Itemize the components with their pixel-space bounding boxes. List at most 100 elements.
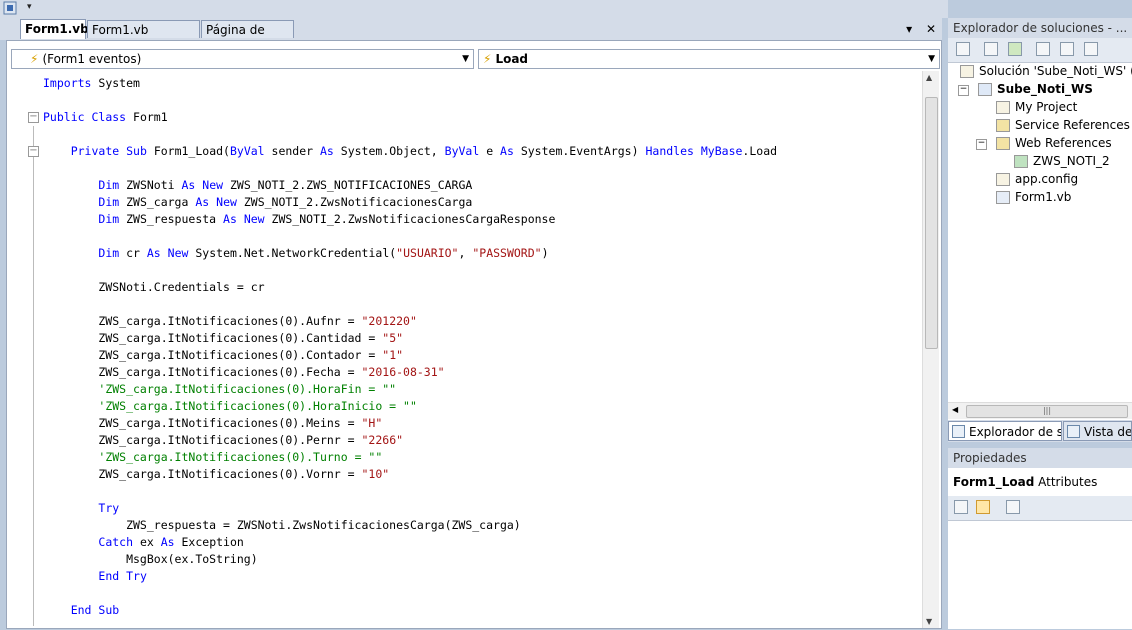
- code-line: End Try: [43, 568, 921, 585]
- code-token: ,: [458, 246, 473, 260]
- properties-toolbar: [948, 496, 1132, 521]
- code-line: End Sub: [43, 602, 921, 619]
- tree-item-label: app.config: [1015, 172, 1079, 186]
- properties-icon[interactable]: [956, 42, 970, 56]
- code-line: Public Class Form1: [43, 109, 921, 126]
- tree-item[interactable]: Sube_Noti_WS: [978, 80, 1093, 98]
- collapse-sub-icon[interactable]: −: [28, 146, 39, 157]
- event-combo[interactable]: ⚡ Load ▼: [478, 49, 940, 69]
- scroll-thumb[interactable]: |||: [966, 405, 1128, 418]
- solution-explorer-title-text: Explorador de soluciones - ...: [953, 21, 1128, 35]
- code-token: ZWS_carga.ItNotificaciones(0).Vornr =: [43, 467, 362, 481]
- tab-dropdown-icon[interactable]: ▾: [906, 22, 912, 36]
- class-diagram-icon[interactable]: [1084, 42, 1098, 56]
- tab-form1-code[interactable]: Form1.vb*: [20, 19, 95, 39]
- code-line: 'ZWS_carga.ItNotificaciones(0).HoraFin =…: [43, 381, 921, 398]
- code-token: 'ZWS_carga.ItNotificaciones(0).Turno = "…: [98, 450, 383, 464]
- scroll-up-icon[interactable]: ▲: [926, 73, 932, 82]
- solution-explorer-title: Explorador de soluciones - ...: [948, 18, 1132, 38]
- tree-item[interactable]: ZWS_NOTI_2: [1014, 152, 1110, 170]
- code-token: "2266": [361, 433, 404, 447]
- show-all-files-icon[interactable]: [984, 42, 998, 56]
- object-combo[interactable]: ⚡ (Form1 eventos) ▼: [11, 49, 474, 69]
- code-token: As: [223, 212, 237, 226]
- code-token: ZWS_NOTI_2.ZwsNotificacionesCarga: [236, 195, 473, 209]
- event-bolt-icon: ⚡: [483, 52, 492, 66]
- properties-object-type: Attributes: [1038, 475, 1098, 489]
- code-area[interactable]: − − Imports System Public Class Form1 Pri…: [7, 71, 921, 630]
- code-token: Form1: [126, 110, 168, 124]
- code-token: As: [181, 178, 196, 192]
- code-token: ): [541, 246, 549, 260]
- code-token: ZWS_carga.ItNotificaciones(0).Pernr =: [43, 433, 362, 447]
- chevron-down-icon[interactable]: ▼: [462, 50, 469, 68]
- tree-expander-icon[interactable]: −: [958, 85, 969, 96]
- code-token: Sub: [98, 603, 120, 617]
- code-token: Imports: [43, 76, 92, 90]
- properties-panel: Propiedades Form1_Load Attributes: [948, 448, 1132, 629]
- code-line: Dim cr As New System.Net.NetworkCredenti…: [43, 245, 921, 262]
- code-line: Catch ex As Exception: [43, 534, 921, 551]
- code-line: ZWS_carga.ItNotificaciones(0).Cantidad =…: [43, 330, 921, 347]
- alphabetical-icon[interactable]: [976, 500, 990, 514]
- close-icon[interactable]: ✕: [926, 22, 936, 36]
- tree-item[interactable]: Form1.vb: [996, 188, 1071, 206]
- tree-item-label: Service References: [1015, 118, 1130, 132]
- tree-item[interactable]: Solución 'Sube_Noti_WS' (1 p: [960, 62, 1132, 80]
- code-line: ZWS_carga.ItNotificaciones(0).Aufnr = "2…: [43, 313, 921, 330]
- properties-title: Propiedades: [948, 448, 1132, 468]
- scroll-down-icon[interactable]: ▼: [926, 617, 932, 626]
- scroll-thumb[interactable]: [925, 97, 938, 349]
- collapse-class-icon[interactable]: −: [28, 112, 39, 123]
- code-line: ZWS_carga.ItNotificaciones(0).Contador =…: [43, 347, 921, 364]
- view-code-icon[interactable]: [1036, 42, 1050, 56]
- code-line: Private Sub Form1_Load(ByVal sender As S…: [43, 143, 921, 160]
- toolbar-overflow-icon[interactable]: ▾: [27, 2, 32, 12]
- tab-start-page[interactable]: Página de inicio: [201, 20, 294, 55]
- chevron-down-icon[interactable]: ▼: [928, 50, 935, 68]
- web-reference-icon: [1014, 155, 1028, 168]
- code-line: Dim ZWS_respuesta As New ZWS_NOTI_2.ZwsN…: [43, 211, 921, 228]
- tree-item[interactable]: Web References: [996, 134, 1112, 152]
- tree-horizontal-scrollbar[interactable]: ◀ |||: [948, 402, 1132, 419]
- tab-solution-explorer[interactable]: Explorador de s...: [948, 421, 1062, 441]
- code-token: As: [195, 195, 210, 209]
- code-token: As: [160, 535, 175, 549]
- categorized-icon[interactable]: [954, 500, 968, 514]
- tree-item[interactable]: app.config: [996, 170, 1078, 188]
- code-token: ZWS_carga.ItNotificaciones(0).Aufnr =: [43, 314, 362, 328]
- code-line: Try: [43, 500, 921, 517]
- code-token: "5": [382, 331, 404, 345]
- refresh-icon[interactable]: [1008, 42, 1022, 56]
- code-token: ByVal: [444, 144, 480, 158]
- top-toolbar: ▾: [0, 0, 948, 18]
- toolbar-icon[interactable]: [3, 1, 17, 15]
- code-line: ZWS_carga.ItNotificaciones(0).Meins = "H…: [43, 415, 921, 432]
- tab-class-view[interactable]: Vista de c: [1063, 421, 1132, 441]
- tree-expander-icon[interactable]: −: [976, 139, 987, 150]
- property-pages-icon[interactable]: [1006, 500, 1020, 514]
- solution-icon: [960, 65, 974, 78]
- code-token: ZWS_NOTI_2.ZWS_NOTIFICACIONES_CARGA: [223, 178, 473, 192]
- properties-object-selector[interactable]: Form1_Load Attributes: [953, 475, 1097, 489]
- tree-item[interactable]: My Project: [996, 98, 1077, 116]
- code-token: ZWS_carga.ItNotificaciones(0).Contador =: [43, 348, 383, 362]
- editor-vertical-scrollbar[interactable]: ▲ ▼: [922, 71, 939, 628]
- code-token: As: [500, 144, 514, 158]
- code-token: Dim: [98, 178, 120, 192]
- view-designer-icon[interactable]: [1060, 42, 1074, 56]
- code-token: New: [167, 246, 189, 260]
- scroll-left-icon[interactable]: ◀: [952, 405, 958, 414]
- tab-form1-design[interactable]: Form1.vb [Diseño]*: [87, 20, 200, 55]
- tree-item[interactable]: Service References: [996, 116, 1130, 134]
- code-token: .Load: [742, 144, 778, 158]
